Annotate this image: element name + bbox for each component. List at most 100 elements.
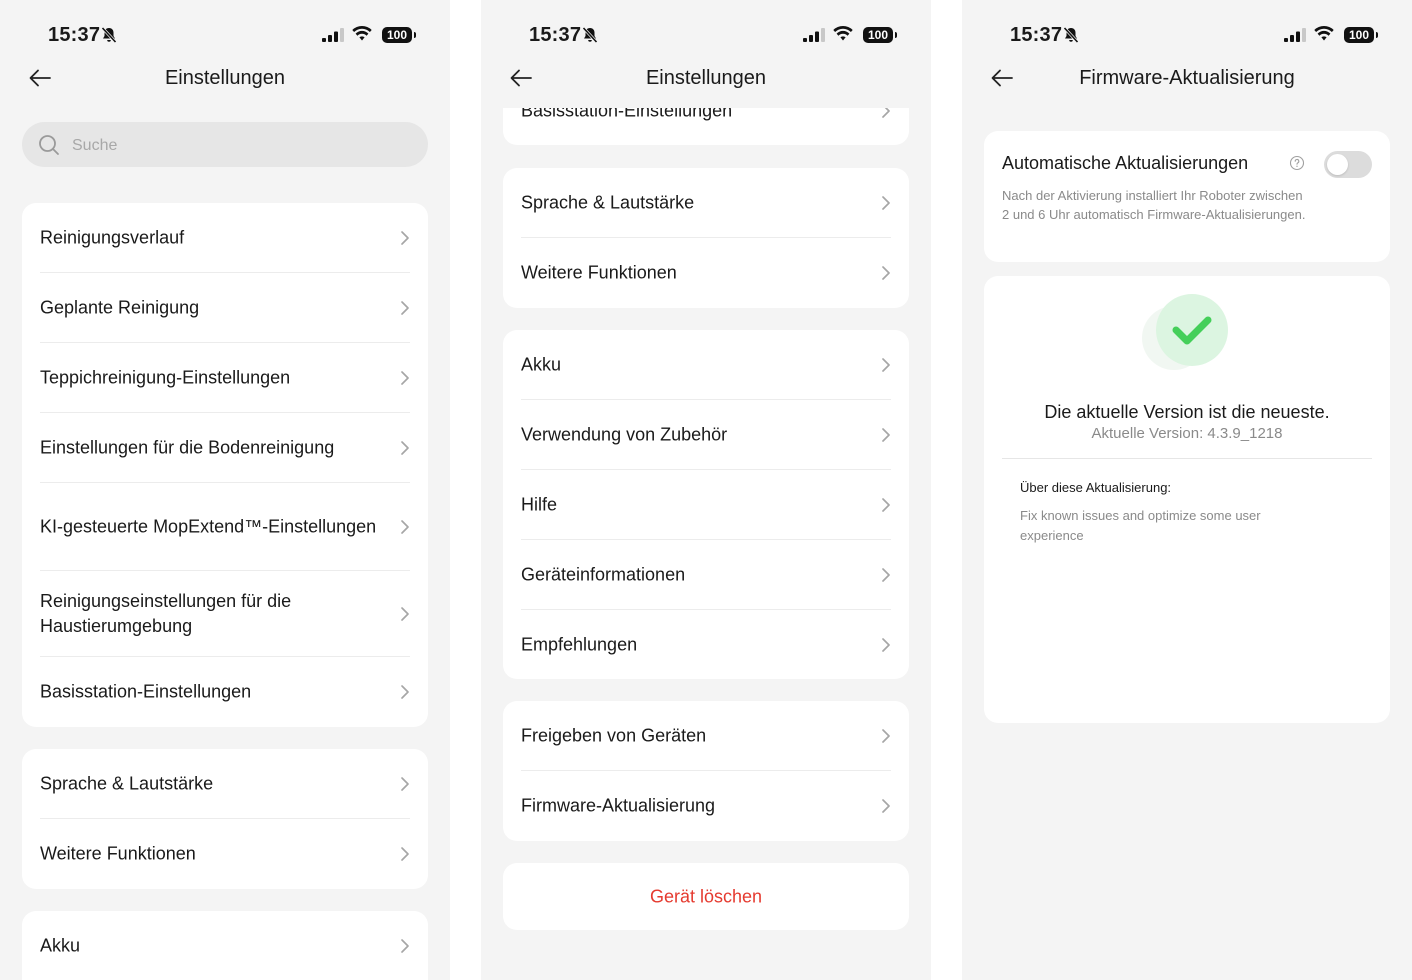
firmware-status-card: Die aktuelle Version ist die neueste. Ak… [984, 276, 1390, 723]
chevron-right-icon [881, 357, 891, 378]
settings-item-mopextend[interactable]: KI-gesteuerte MopExtend™-Einstellungen [22, 483, 428, 571]
check-circle-icon [1140, 292, 1232, 377]
bell-muted-icon [581, 26, 599, 49]
settings-item-firmware-update[interactable]: Firmware-Aktualisierung [503, 771, 909, 841]
settings-group-cleaning: Reinigungsverlauf Geplante Reinigung Tep… [22, 203, 428, 727]
settings-item-label: Geplante Reinigung [40, 297, 200, 318]
release-notes: Fix known issues and optimize some user … [1020, 508, 1261, 543]
settings-group-device: Akku Verwendung von Zubehör Hilfe Geräte… [503, 330, 909, 679]
chevron-right-icon [400, 846, 410, 867]
settings-group-device: Akku [22, 911, 428, 980]
chevron-right-icon [881, 265, 891, 286]
cellular-signal-icon [803, 28, 825, 47]
search-icon [39, 135, 59, 155]
chevron-right-icon [400, 519, 410, 540]
wifi-icon [833, 26, 853, 46]
settings-screen-scrolled: Basisstation-Einstellungen 15:37 100 Ein… [481, 0, 931, 980]
settings-item-label: Freigeben von Geräten [521, 725, 707, 746]
auto-update-toggle[interactable] [1324, 151, 1372, 178]
wifi-icon [1314, 26, 1334, 46]
page-title: Firmware-Aktualisierung [1079, 67, 1295, 89]
search-input[interactable] [70, 122, 414, 169]
firmware-status-text: Die aktuelle Version ist die neueste. [1044, 402, 1330, 422]
wifi-icon [352, 26, 372, 46]
settings-item-label: Sprache & Lautstärke [40, 773, 214, 794]
settings-item-battery[interactable]: Akku [22, 911, 428, 980]
chevron-right-icon [400, 606, 410, 627]
delete-device-label: Gerät löschen [649, 886, 763, 906]
settings-item-share-devices[interactable]: Freigeben von Geräten [503, 701, 909, 771]
battery-icon: 100 [863, 27, 897, 43]
divider [1002, 458, 1372, 459]
page-title: Einstellungen [645, 67, 767, 89]
settings-item-more-functions[interactable]: Weitere Funktionen [22, 819, 428, 889]
settings-item-label: KI-gesteuerte MopExtend™-Einstellungen [40, 516, 377, 537]
settings-item-label: Teppichreinigung-Einstellungen [40, 367, 291, 388]
settings-item-label: Empfehlungen [521, 634, 638, 654]
auto-update-title: Automatische Aktualisierungen [1002, 153, 1249, 173]
settings-item-help[interactable]: Hilfe [503, 470, 909, 540]
settings-item-base-station[interactable]: Basisstation-Einstellungen [22, 657, 428, 727]
settings-group-general: Sprache & Lautstärke Weitere Funktionen [503, 168, 909, 308]
chevron-right-icon [881, 195, 891, 216]
search-bar[interactable] [22, 122, 428, 169]
chevron-right-icon [881, 427, 891, 448]
chevron-right-icon [400, 684, 410, 705]
cellular-signal-icon [1284, 28, 1306, 47]
battery-icon: 100 [1344, 27, 1378, 43]
chevron-right-icon [400, 370, 410, 391]
delete-device-button[interactable]: Gerät löschen [503, 863, 909, 930]
settings-item-label: Sprache & Lautstärke [521, 192, 695, 213]
chevron-right-icon [400, 440, 410, 461]
chevron-right-icon [881, 567, 891, 588]
settings-item-accessories[interactable]: Verwendung von Zubehör [503, 400, 909, 470]
nav-bar: Firmware-Aktualisierung [962, 60, 1412, 100]
settings-group-general: Sprache & Lautstärke Weitere Funktionen [22, 749, 428, 889]
chevron-right-icon [400, 230, 410, 251]
settings-item-device-info[interactable]: Geräteinformationen [503, 540, 909, 610]
nav-bar: Einstellungen [0, 60, 450, 100]
settings-item-label: Verwendung von Zubehör [521, 424, 728, 445]
cellular-signal-icon [322, 28, 344, 47]
update-about-title: Über diese Aktualisierung: [1020, 480, 1172, 495]
settings-item-label: Reinigungsverlauf [40, 227, 185, 248]
settings-item-label: Weitere Funktionen [40, 843, 196, 864]
settings-item-label: Basisstation-Einstellungen [40, 681, 252, 702]
settings-item-label: Akku [40, 935, 81, 956]
settings-item-pet-cleaning[interactable]: Reinigungseinstellungen für die Haustier… [22, 571, 428, 657]
auto-update-description: Nach der Aktivierung installiert Ihr Rob… [1002, 188, 1306, 222]
settings-item-battery[interactable]: Akku [503, 330, 909, 400]
settings-item-label: Hilfe [521, 494, 558, 515]
settings-item-cleaning-history[interactable]: Reinigungsverlauf [22, 203, 428, 273]
nav-bar: Einstellungen [481, 60, 931, 100]
settings-item-carpet-cleaning[interactable]: Teppichreinigung-Einstellungen [22, 343, 428, 413]
settings-item-label: Weitere Funktionen [521, 262, 677, 283]
settings-screen-top: 15:37 100 Einstellungen Reinigungsverlau… [0, 0, 450, 980]
status-bar: 15:37 100 [481, 22, 931, 52]
auto-update-card: Automatische Aktualisierungen Nach der A… [984, 131, 1390, 262]
status-time: 15:37 [529, 24, 582, 46]
settings-item-recommendations[interactable]: Empfehlungen [503, 610, 909, 679]
status-bar: 15:37 100 [962, 22, 1412, 52]
settings-group-sharing: Freigeben von Geräten Firmware-Aktualisi… [503, 701, 909, 841]
help-circle-icon[interactable] [1289, 155, 1305, 176]
chevron-right-icon [400, 938, 410, 959]
toggle-knob [1327, 154, 1348, 175]
chevron-right-icon [881, 798, 891, 819]
settings-item-more-functions[interactable]: Weitere Funktionen [503, 238, 909, 308]
settings-item-scheduled-cleaning[interactable]: Geplante Reinigung [22, 273, 428, 343]
settings-item-language-volume[interactable]: Sprache & Lautstärke [503, 168, 909, 238]
settings-item-floor-cleaning[interactable]: Einstellungen für die Bodenreinigung [22, 413, 428, 483]
settings-item-language-volume[interactable]: Sprache & Lautstärke [22, 749, 428, 819]
settings-item-label: Firmware-Aktualisierung [521, 795, 716, 816]
firmware-version-text: Aktuelle Version: 4.3.9_1218 [1091, 425, 1283, 442]
chevron-right-icon [400, 300, 410, 321]
bell-muted-icon [100, 26, 118, 49]
chevron-right-icon [881, 728, 891, 749]
page-title: Einstellungen [164, 67, 286, 89]
firmware-update-screen: 15:37 100 Firmware-Aktualisierung Automa… [962, 0, 1412, 980]
settings-item-label: Einstellungen für die Bodenreinigung [40, 437, 335, 458]
battery-icon: 100 [382, 27, 416, 43]
status-time: 15:37 [48, 24, 101, 46]
chevron-right-icon [400, 776, 410, 797]
